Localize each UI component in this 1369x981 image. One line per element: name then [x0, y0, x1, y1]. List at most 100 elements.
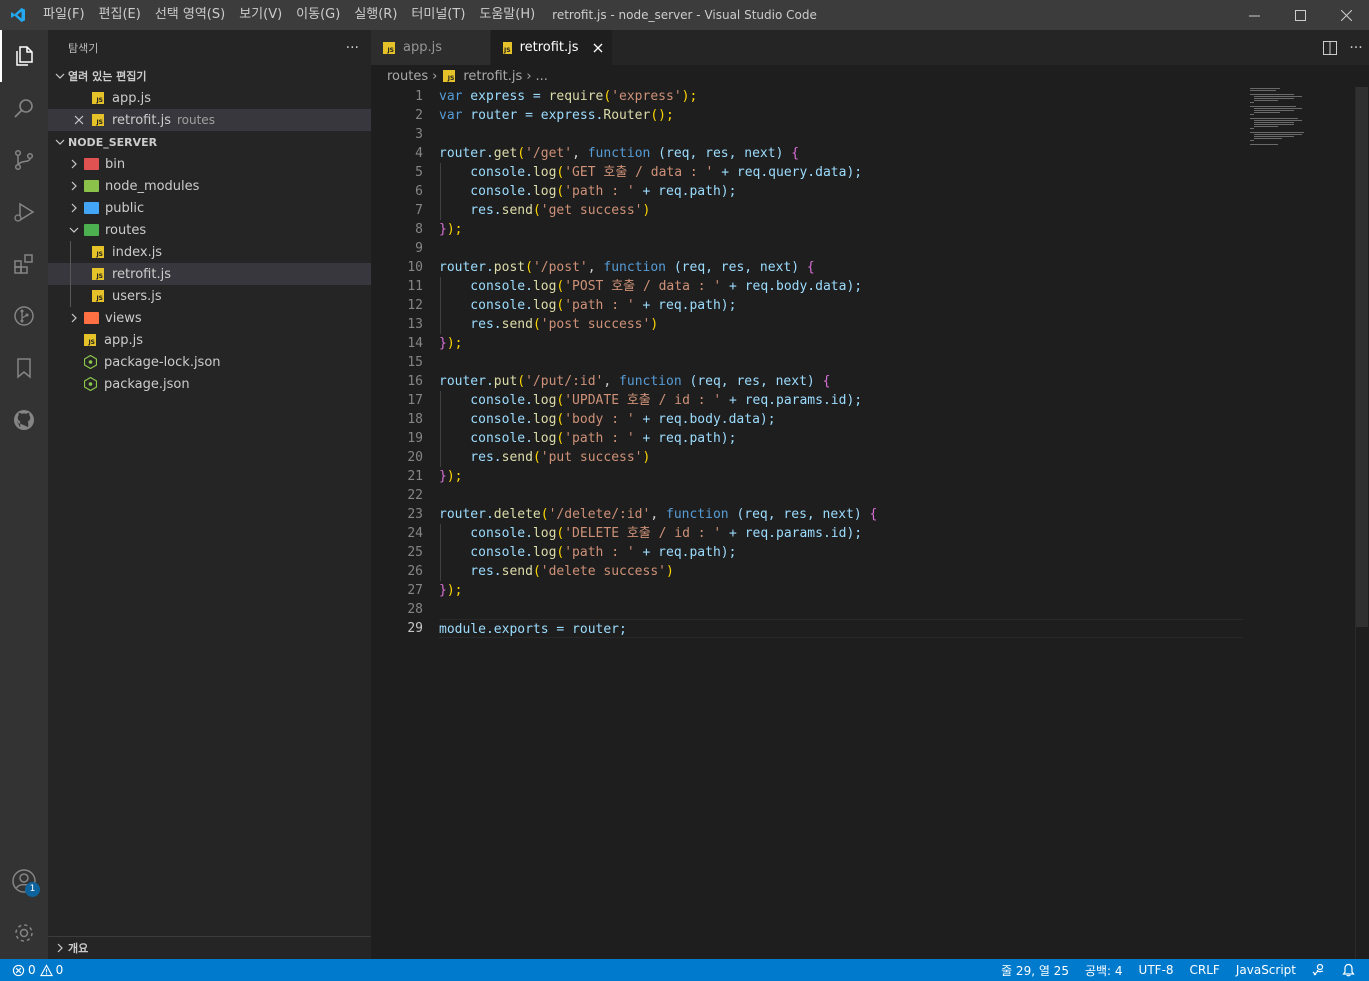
line-number: 13 — [407, 317, 423, 332]
more-actions-button[interactable]: ··· — [346, 40, 359, 56]
manage-button[interactable] — [0, 907, 48, 959]
scrollbar-thumb[interactable] — [1356, 87, 1368, 627]
minimize-button[interactable] — [1231, 0, 1277, 30]
line-number: 14 — [407, 336, 423, 351]
explorer-button[interactable] — [0, 30, 48, 82]
menu-help[interactable]: 도움말(H) — [472, 0, 542, 30]
menu-edit[interactable]: 편집(E) — [92, 0, 148, 30]
status-notifications-button[interactable] — [1334, 963, 1363, 977]
project-label: NODE_SERVER — [68, 135, 158, 149]
explorer-header: 탐색기 ··· — [48, 30, 371, 65]
maximize-button[interactable] — [1277, 0, 1323, 30]
js-file-icon: JS — [443, 70, 456, 82]
close-window-button[interactable] — [1323, 0, 1369, 30]
tree-file-package[interactable]: package.json — [48, 373, 371, 395]
search-button[interactable] — [0, 82, 48, 134]
status-encoding[interactable]: UTF-8 — [1131, 963, 1182, 977]
nodejs-file-icon — [83, 377, 97, 391]
menu-selection[interactable]: 선택 영역(S) — [148, 0, 232, 30]
breadcrumb-folder[interactable]: routes — [387, 69, 428, 84]
chevron-down-icon — [66, 222, 82, 238]
source-control-button[interactable] — [0, 134, 48, 186]
vertical-scrollbar[interactable] — [1355, 87, 1369, 959]
tree-folder-bin[interactable]: bin — [48, 153, 371, 175]
status-indentation[interactable]: 공백: 4 — [1077, 962, 1131, 979]
project-header[interactable]: NODE_SERVER — [48, 131, 371, 153]
open-editor-item[interactable]: JS retrofit.js routes — [48, 109, 371, 131]
extensions-button[interactable] — [0, 238, 48, 290]
status-bar: 0 0 줄 29, 열 25 공백: 4 UTF-8 CRLF JavaScri… — [0, 959, 1369, 981]
chevron-right-icon — [52, 940, 68, 956]
code-line: console.log('body : ' + req.body.data); — [439, 410, 776, 429]
tree-folder-views[interactable]: views — [48, 307, 371, 329]
status-right: 줄 29, 열 25 공백: 4 UTF-8 CRLF JavaScript — [993, 959, 1363, 981]
open-editor-item[interactable]: JS app.js — [48, 87, 371, 109]
line-number: 12 — [407, 298, 423, 313]
tree-file-retrofit[interactable]: JS retrofit.js — [48, 263, 371, 285]
split-editor-button[interactable] — [1317, 30, 1343, 65]
status-cursor-position[interactable]: 줄 29, 열 25 — [993, 962, 1077, 979]
line-number: 19 — [407, 431, 423, 446]
github-icon — [14, 410, 34, 430]
code-line: }); — [439, 583, 463, 598]
editor-more-button[interactable]: ··· — [1343, 30, 1369, 65]
accounts-button[interactable]: 1 — [0, 855, 48, 907]
code-line: res.send('put success') — [439, 448, 651, 467]
code-editor[interactable]: 1 2 3 4 5 6 7 8 9 10 11 12 13 14 15 16 1… — [371, 87, 1369, 959]
breadcrumb-more[interactable]: ... — [536, 69, 548, 84]
tab-retrofit-js[interactable]: JS retrofit.js — [491, 30, 613, 65]
menu-file[interactable]: 파일(F) — [36, 0, 92, 30]
warning-icon — [39, 963, 53, 976]
line-number: 20 — [407, 450, 423, 465]
menu-go[interactable]: 이동(G) — [289, 0, 347, 30]
menu-run[interactable]: 실행(R) — [347, 0, 404, 30]
line-number: 27 — [407, 583, 423, 598]
outline-label: 개요 — [68, 942, 89, 955]
bookmarks-button[interactable] — [0, 342, 48, 394]
js-file-icon: JS — [503, 41, 512, 54]
line-number: 29 — [407, 621, 423, 636]
line-number: 15 — [407, 355, 423, 370]
line-number: 11 — [407, 279, 423, 294]
minimap[interactable] — [1249, 87, 1319, 147]
outline-header[interactable]: 개요 — [48, 936, 371, 959]
chevron-right-icon — [66, 156, 82, 172]
tree-file-package-lock[interactable]: package-lock.json — [48, 351, 371, 373]
git-graph-button[interactable] — [0, 290, 48, 342]
run-debug-button[interactable] — [0, 186, 48, 238]
tree-file-index[interactable]: JS index.js — [48, 241, 371, 263]
tab-app-js[interactable]: JS app.js — [371, 30, 491, 65]
js-file-icon: JS — [92, 246, 104, 258]
status-problems[interactable]: 0 0 — [0, 963, 63, 977]
breadcrumb-file[interactable]: retrofit.js — [463, 69, 522, 84]
warning-count: 0 — [55, 963, 64, 977]
error-count: 0 — [28, 963, 36, 977]
close-editor-icon[interactable] — [74, 115, 92, 125]
line-number: 21 — [407, 469, 423, 484]
tree-folder-public[interactable]: public — [48, 197, 371, 219]
tree-file-app[interactable]: JS app.js — [48, 329, 371, 351]
line-number: 4 — [415, 146, 423, 161]
tree-file-users[interactable]: JS users.js — [48, 285, 371, 307]
github-button[interactable] — [0, 394, 48, 446]
more-icon: ··· — [1349, 39, 1363, 56]
tree-folder-routes[interactable]: routes — [48, 219, 371, 241]
status-feedback-button[interactable] — [1304, 963, 1334, 977]
tab-close-button[interactable] — [593, 40, 603, 56]
status-eol[interactable]: CRLF — [1182, 963, 1228, 977]
tree-label: index.js — [112, 244, 163, 260]
status-language[interactable]: JavaScript — [1228, 963, 1304, 977]
window-controls — [1231, 0, 1369, 30]
code-lines[interactable]: var express = require('express'); var ro… — [439, 87, 1243, 638]
menu-terminal[interactable]: 터미널(T) — [404, 0, 472, 30]
editor-actions: ··· — [1317, 30, 1369, 65]
tree-folder-node-modules[interactable]: node_modules — [48, 175, 371, 197]
indent-guide — [70, 241, 71, 263]
chevron-down-icon — [52, 134, 68, 150]
menu-view[interactable]: 보기(V) — [232, 0, 289, 30]
open-editors-header[interactable]: 열려 있는 편집기 — [48, 65, 371, 87]
line-number: 3 — [415, 127, 423, 142]
js-file-icon: JS — [92, 290, 104, 302]
